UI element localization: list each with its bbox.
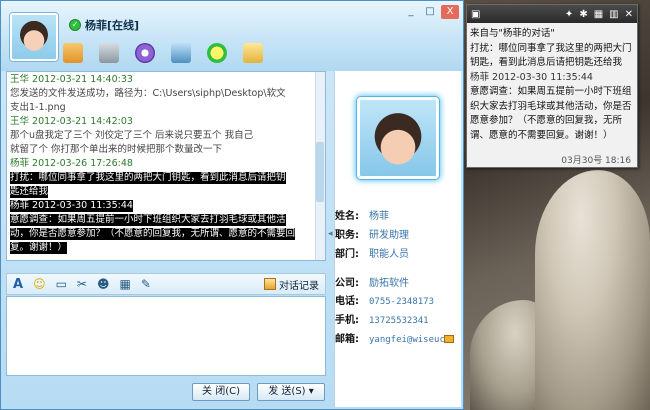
- profile-photo: [357, 97, 439, 179]
- delete-icon[interactable]: ▥: [609, 9, 618, 20]
- phone-value: 0755-2348173: [369, 297, 435, 307]
- chat-history[interactable]: 王华 2012-03-21 14:40:33 您发送的文件发送成功，路径为：C:…: [6, 71, 326, 261]
- note-line: 打扰：哪位同事拿了我这里的两把大门: [470, 42, 632, 54]
- note-app-icon: ▣: [471, 8, 481, 20]
- send-email-icon[interactable]: [444, 335, 454, 343]
- voice-icon[interactable]: [99, 43, 119, 63]
- phone-label: 电话:: [335, 296, 359, 307]
- maximize-button[interactable]: □: [422, 5, 438, 19]
- history-scrollbar[interactable]: [315, 72, 325, 260]
- mobile-label: 手机:: [335, 315, 359, 326]
- image-icon[interactable]: ▦: [120, 277, 131, 291]
- history-book-icon: [264, 278, 276, 290]
- file-icon[interactable]: ▭: [56, 277, 67, 291]
- notification-toolbar: ▣ ✦ ✱ ▦ ▥ ✕: [467, 5, 637, 23]
- pin-icon[interactable]: ✦: [565, 9, 573, 20]
- email-value[interactable]: yangfei@wiseuc: [369, 334, 445, 346]
- format-toolbar: A ☺ ▭ ✂ ☻ ▦ ✎ 对话记录: [6, 273, 326, 295]
- close-note-icon[interactable]: ✕: [625, 9, 633, 20]
- history-line: 就留了个 你打那个单出来的时候把那个数量改一下: [10, 144, 223, 155]
- minimize-button[interactable]: _: [403, 5, 419, 19]
- panel-toggle-icon[interactable]: ◂: [328, 229, 333, 239]
- note-line: 愿意参加？（不愿意的回复我，无所: [470, 115, 623, 126]
- online-status-icon: ✓: [69, 19, 81, 31]
- contact-avatar[interactable]: [10, 13, 58, 61]
- history-line: 王华 2012-03-21 14:40:33: [10, 74, 133, 85]
- note-date: 03月30号 18:16: [561, 156, 631, 166]
- note-line: 织大家去打羽毛球或其他活动，你是否: [470, 100, 632, 112]
- note-line: 意愿调查：如果周五提前一小时下班组: [470, 86, 632, 97]
- mail-icon[interactable]: [243, 43, 263, 63]
- history-line: 杨菲 2012-03-26 17:26:48: [10, 158, 133, 169]
- history-line: 意愿调查：如果周五提前一小时下班组织大家去打羽毛球或其他活: [10, 214, 286, 226]
- email-label: 邮箱:: [335, 334, 359, 345]
- dept-label: 部门:: [335, 249, 359, 260]
- shake-icon[interactable]: ☻: [97, 277, 110, 291]
- message-notification: ▣ ✦ ✱ ▦ ▥ ✕ 来自与"杨菲的对话" 打扰：哪位同事拿了我这里的两把大门钥…: [466, 4, 638, 168]
- note-line: 钥匙，看到此消息后请把钥匙还给我: [470, 57, 623, 68]
- history-line: 动，你是否愿意参加？（不愿意的回复我，无所谓、愿意的不需要回: [10, 228, 296, 240]
- history-line: 您发送的文件发送成功，路径为：C:\Users\siphp\Desktop\软文: [10, 88, 286, 99]
- note-line: 来自与"杨菲的对话": [470, 28, 555, 39]
- window-controls: _ □ X: [403, 5, 459, 19]
- history-line: 支出1-1.png: [10, 102, 66, 113]
- contact-profile-panel: 姓名: 杨菲 职务: 研发助理 部门: 职能人员 公司: 励拓软件 电话: 07…: [334, 71, 461, 407]
- multi-chat-icon[interactable]: [207, 43, 227, 63]
- mobile-value: 13725532341: [369, 316, 429, 326]
- contact-name: 杨菲[在线]: [85, 19, 140, 32]
- name-label: 姓名:: [335, 211, 359, 222]
- note-line: 谓、愿意的不需要回复。谢谢！）: [470, 129, 613, 141]
- transfer-icon[interactable]: [63, 43, 83, 63]
- history-line: 那个u盘我定了三个 刘佼定了三个 后来说只要五个 我自己: [10, 130, 254, 141]
- chat-history-label: 对话记录: [279, 280, 319, 292]
- settings-icon[interactable]: ✱: [579, 9, 587, 20]
- history-line: 复。谢谢！）: [10, 242, 68, 254]
- title-value: 研发助理: [369, 230, 409, 241]
- dept-value: 职能人员: [369, 249, 409, 260]
- history-line: 匙还给我: [10, 186, 49, 198]
- name-value: 杨菲: [369, 211, 389, 222]
- history-line: 打扰：哪位同事拿了我这里的两把大门钥匙，看到此消息后请把钥: [10, 172, 286, 184]
- chat-history-button[interactable]: 对话记录: [264, 277, 319, 292]
- note-line: 杨菲 2012-03-30 11:35:44: [470, 71, 593, 83]
- history-line: 王华 2012-03-21 14:42:03: [10, 116, 133, 127]
- video-icon[interactable]: [135, 43, 155, 63]
- font-icon[interactable]: A: [13, 277, 23, 292]
- screenshot-icon[interactable]: ✂: [77, 277, 87, 291]
- message-input[interactable]: [6, 296, 326, 376]
- chat-toolbar: [63, 43, 263, 63]
- chat-window: _ □ X ✓ 杨菲[在线] 王华 2012-03-21 14:40:33 您发…: [0, 0, 464, 410]
- remote-desktop-icon[interactable]: [171, 43, 191, 63]
- history-line: 杨菲 2012-03-30 11:35:44: [10, 200, 133, 212]
- company-value: 励拓软件: [369, 278, 409, 289]
- close-button[interactable]: 关 闭(C): [192, 383, 250, 401]
- close-window-button[interactable]: X: [441, 5, 459, 19]
- company-label: 公司:: [335, 278, 359, 289]
- desktop-rock: [535, 170, 650, 410]
- send-button[interactable]: 发 送(S) ▾: [257, 383, 325, 401]
- edit-icon[interactable]: ✎: [141, 277, 151, 291]
- title-label: 职务:: [335, 230, 359, 241]
- grid-icon[interactable]: ▦: [594, 9, 603, 20]
- emoticon-icon[interactable]: ☺: [33, 277, 46, 291]
- scroll-thumb[interactable]: [316, 142, 324, 202]
